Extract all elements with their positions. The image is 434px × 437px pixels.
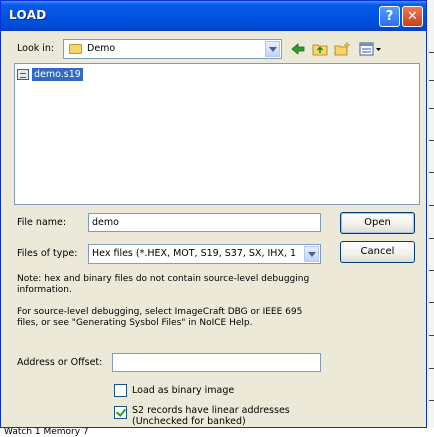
new-folder-icon[interactable] [334,41,350,57]
chevron-down-icon[interactable] [304,246,319,262]
title-bar[interactable]: LOAD ? ✕ [1,1,426,31]
background-tabs-text: Watch 1 Memory 7 [4,427,89,437]
debugging-note-line2: files, or see "Generating Sysbol Files" … [17,318,253,328]
debugging-note: For source-level debugging, select Image… [17,307,337,329]
files-of-type-value: Hex files (*.HEX, MOT, S19, S37, SX, IHX… [92,248,297,259]
file-icon [17,69,29,80]
files-of-type-label: Files of type: [17,248,78,259]
file-name-input[interactable]: demo [88,213,321,232]
s2-linear-label-line1: S2 records have linear addresses [132,405,290,416]
cancel-button[interactable]: Cancel [340,241,415,263]
view-menu-icon[interactable] [359,41,383,57]
chevron-down-icon[interactable] [265,41,280,57]
look-in-value: Demo [87,43,116,54]
checkmark-icon [115,406,127,417]
close-button[interactable]: ✕ [402,6,423,27]
open-button[interactable]: Open [340,212,415,234]
address-label: Address or Offset: [17,357,103,368]
debugging-note-line1: For source-level debugging, select Image… [17,307,303,317]
background-window-edge [427,0,434,437]
look-in-dropdown[interactable]: Demo [63,39,282,59]
address-input[interactable] [112,353,321,372]
file-name-label: File name: [17,217,67,228]
load-binary-checkbox[interactable] [114,384,127,397]
load-dialog: LOAD ? ✕ Look in: Demo demo.s19 File nam… [0,0,427,428]
background-statusbar: Watch 1 Memory 7 [0,427,434,437]
s2-linear-label-line2: (Unchecked for banked) [132,416,246,427]
s2-linear-checkbox[interactable] [114,406,127,419]
file-list[interactable]: demo.s19 [14,63,420,205]
load-binary-label: Load as binary image [132,385,235,396]
look-in-label: Look in: [17,43,55,54]
file-name: demo.s19 [32,68,83,81]
back-arrow-icon[interactable] [290,41,306,57]
up-folder-icon[interactable] [312,41,328,57]
folder-icon [69,44,82,54]
binary-note-line2: information. [17,285,72,295]
binary-note-line1: Note: hex and binary files do not contai… [17,274,310,284]
dialog-title: LOAD [9,8,47,22]
files-of-type-dropdown[interactable]: Hex files (*.HEX, MOT, S19, S37, SX, IHX… [88,244,321,264]
help-button[interactable]: ? [379,6,400,27]
binary-note: Note: hex and binary files do not contai… [17,274,337,296]
